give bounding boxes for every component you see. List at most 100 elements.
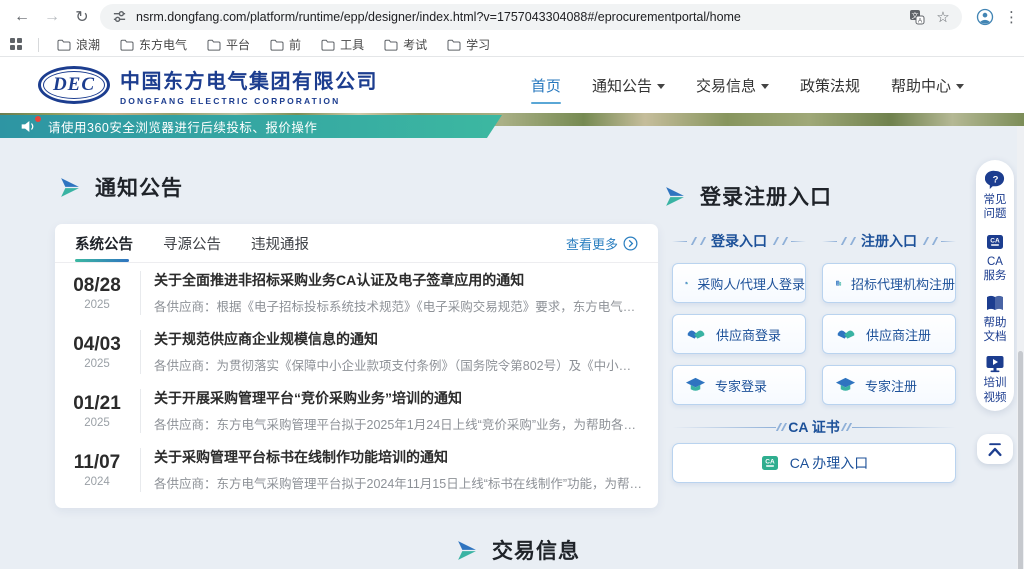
date-monthday: 11/07 [67,452,127,474]
alert-dot [35,116,41,122]
nav-label: 帮助中心 [891,75,951,96]
building-icon [835,273,842,293]
nav-item-policies[interactable]: 政策法规 [798,69,862,102]
tune-icon[interactable] [110,8,128,26]
folder-icon [57,39,71,51]
date-year: 2024 [67,476,127,488]
supplier-login-button[interactable]: 供应商登录 [672,314,806,354]
date-monthday: 08/28 [67,275,127,297]
apps-grid-icon[interactable] [10,38,24,52]
chrome-menu-icon[interactable]: ⋮ [1004,8,1019,26]
login-section-header: 登录注册入口 [663,181,832,211]
bookmark-item[interactable]: 学习 [439,34,498,55]
company-name-cn: 中国东方电气集团有限公司 [120,65,378,94]
nav-item-home[interactable]: 首页 [529,69,563,102]
supplier-register-button[interactable]: 供应商注册 [822,314,956,354]
ca-section-divider: CA 证书 [672,417,956,437]
help-doc-icon [985,294,1005,313]
expert-register-button[interactable]: 专家注册 [822,365,956,405]
notice-desc: 各供应商：东方电气采购管理平台拟于2024年11月15日上线“标书在线制作”功能… [154,473,642,492]
rail-item-ca-service[interactable]: CA CA服务 [983,232,1007,284]
notice-date: 04/03 2025 [67,334,127,370]
scrollbar-thumb[interactable] [1018,351,1023,569]
notice-row[interactable]: 01/21 2025 关于开展采购管理平台“竞价采购业务”培训的通知 各供应商：… [55,381,658,440]
bookmark-label: 前 [289,36,301,53]
notices-section-header: 通知公告 [58,172,183,202]
caret-down-icon [657,84,665,89]
notice-row[interactable]: 11/07 2024 关于采购管理平台标书在线制作功能培训的通知 各供应商：东方… [55,440,658,499]
forward-icon[interactable]: → [40,5,64,29]
bookmark-item[interactable]: 平台 [199,34,258,55]
notice-title: 关于规范供应商企业规模信息的通知 [154,329,642,349]
rail-item-training-videos[interactable]: 培训视频 [983,354,1007,405]
nav-label: 首页 [531,75,561,96]
svg-text:A: A [918,17,923,24]
ca-card-icon: CA [985,232,1005,252]
divider [140,389,141,433]
entry-button-label: 供应商登录 [716,325,781,344]
address-bar[interactable]: nsrm.dongfang.com/platform/runtime/epp/d… [100,4,962,30]
entry-button-label: 采购人/代理人登录 [697,274,805,293]
nav-item-notices[interactable]: 通知公告 [590,69,667,102]
translate-icon[interactable]: 文 A [908,8,926,26]
bookmark-star-icon[interactable]: ☆ [934,8,952,26]
notice-title: 关于采购管理平台标书在线制作功能培训的通知 [154,447,642,467]
ca-apply-button[interactable]: CA CA 办理入口 [672,443,956,483]
scrollbar-track[interactable] [1017,126,1024,569]
bookmark-item[interactable]: 工具 [313,34,372,55]
section-arrow-icon [58,177,81,198]
circle-chevron-right-icon [623,236,638,251]
rail-item-help-docs[interactable]: 帮助文档 [983,294,1007,345]
notice-desc: 各供应商：为贯彻落实《保障中小企业款项支付条例》（国务院令第802号）及《中小企… [154,355,642,374]
tab-system-notices[interactable]: 系统公告 [75,224,133,262]
nav-item-trade-info[interactable]: 交易信息 [694,69,771,102]
back-icon[interactable]: ← [10,5,34,29]
notice-date: 11/07 2024 [67,452,127,488]
agency-register-button[interactable]: 招标代理机构注册 [822,263,956,303]
divider [38,38,39,52]
folder-icon [384,39,398,51]
nav-item-help-center[interactable]: 帮助中心 [889,69,966,102]
folder-icon [321,39,335,51]
bookmark-label: 工具 [340,36,364,53]
bookmark-label: 浪潮 [76,36,100,53]
expert-login-button[interactable]: 专家登录 [672,365,806,405]
entry-button-label: 招标代理机构注册 [851,274,955,293]
ticker-text: 请使用360安全浏览器进行后续投标、报价操作 [48,117,317,136]
bookmark-label: 东方电气 [139,36,187,53]
login-column-header: 登录入口 [711,231,767,251]
reload-icon[interactable]: ↻ [70,5,94,29]
rail-item-label: 帮助文档 [983,316,1007,345]
nav-label: 政策法规 [800,75,860,96]
folder-icon [207,39,221,51]
notice-row[interactable]: 04/03 2025 关于规范供应商企业规模信息的通知 各供应商：为贯彻落实《保… [55,322,658,381]
bookmark-item[interactable]: 考试 [376,34,435,55]
ca-card-icon: CA [760,453,780,473]
bookmark-item[interactable]: 东方电气 [112,34,195,55]
tab-violation-reports[interactable]: 违规通报 [251,224,309,262]
svg-text:?: ? [992,174,998,185]
scroll-to-top-button[interactable] [977,434,1013,464]
site-header: DEC 中国东方电气集团有限公司 DONGFANG ELECTRIC CORPO… [0,57,1024,113]
entry-button-label: 专家注册 [865,376,917,395]
ca-apply-label: CA 办理入口 [790,453,869,473]
section-arrow-icon [455,540,478,561]
nav-label: 通知公告 [592,75,652,96]
entry-button-label: 供应商注册 [866,325,931,344]
profile-avatar-icon[interactable] [976,8,994,26]
rail-item-faq[interactable]: ? 常见问题 [983,170,1007,222]
view-more-label: 查看更多 [566,234,618,253]
page: ← → ↻ nsrm.dongfang.com/platform/runtime… [0,0,1024,569]
company-logo[interactable]: DEC 中国东方电气集团有限公司 DONGFANG ELECTRIC CORPO… [38,65,378,106]
bookmark-item[interactable]: 前 [262,34,309,55]
date-year: 2025 [67,299,127,311]
view-more-link[interactable]: 查看更多 [566,234,638,253]
divider [140,448,141,492]
tab-sourcing-notices[interactable]: 寻源公告 [163,224,221,262]
rail-item-label: 常见问题 [983,193,1007,222]
buyer-agent-login-button[interactable]: 采购人/代理人登录 [672,263,806,303]
bookmark-item[interactable]: 浪潮 [49,34,108,55]
caret-down-icon [956,84,964,89]
rail-item-label: 培训视频 [983,376,1007,405]
notice-row[interactable]: 08/28 2025 关于全面推进非招标采购业务CA认证及电子签章应用的通知 各… [55,263,658,322]
